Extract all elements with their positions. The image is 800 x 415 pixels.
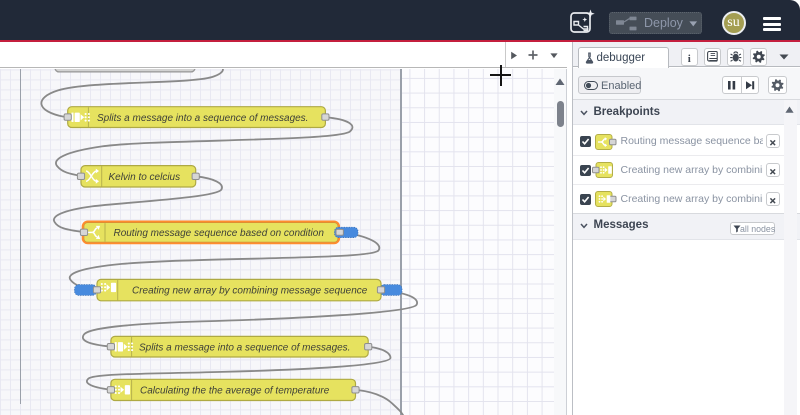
svg-text:Routing message sequence based: Routing message sequence based on condit…	[114, 228, 325, 239]
svg-text:Splits a message into a sequen: Splits a message into a sequence of mess…	[139, 342, 350, 353]
svg-text:Creating new array by combinin: Creating new array by combining message …	[132, 285, 368, 296]
svg-text:Kelvin to celcius: Kelvin to celcius	[109, 172, 181, 183]
svg-text:Calculating the the average of: Calculating the the average of temperatu…	[140, 385, 330, 396]
svg-text:Splits a message into a sequen: Splits a message into a sequence of mess…	[97, 113, 308, 124]
